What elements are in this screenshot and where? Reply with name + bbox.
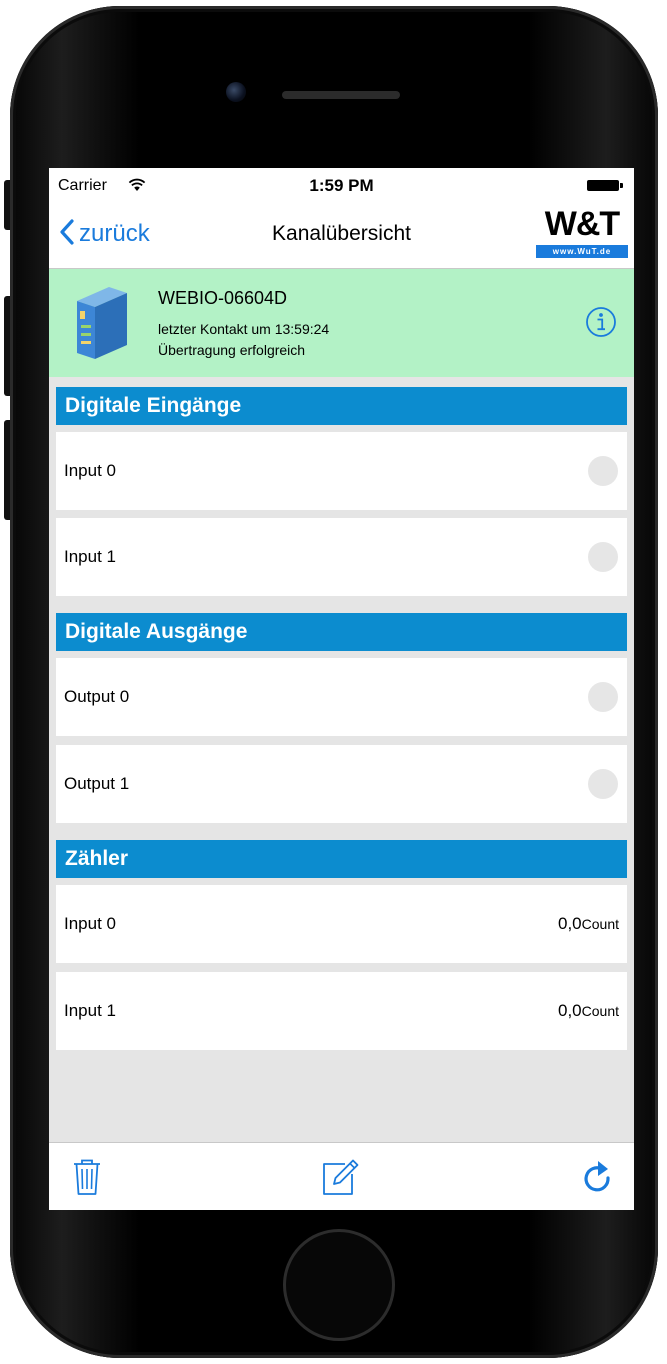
digital-input-row[interactable]: Input 0 bbox=[56, 432, 627, 510]
device-status-panel: WEBIO-06604D letzter Kontakt um 13:59:24… bbox=[49, 269, 634, 377]
refresh-icon[interactable] bbox=[581, 1157, 615, 1202]
home-button[interactable] bbox=[283, 1229, 395, 1341]
device-name: WEBIO-06604D bbox=[158, 288, 288, 308]
status-led-icon bbox=[588, 456, 618, 486]
info-icon[interactable] bbox=[585, 306, 617, 343]
digital-output-row[interactable]: Output 0 bbox=[56, 658, 627, 736]
row-label: Input 0 bbox=[64, 914, 116, 933]
edit-icon[interactable] bbox=[321, 1157, 361, 1202]
logo-text: W&T bbox=[544, 205, 620, 243]
counter-unit: Count bbox=[581, 916, 619, 932]
row-label: Output 0 bbox=[64, 687, 130, 706]
counter-row[interactable]: Input 0 0,0Count bbox=[56, 885, 627, 963]
status-led-icon[interactable] bbox=[588, 769, 618, 799]
phone-frame: Carrier 1:59 PM zurück Kanalübersicht W&… bbox=[0, 0, 667, 1364]
counter-unit: Count bbox=[581, 1003, 619, 1019]
device-last-contact: letzter Kontakt um 13:59:24 bbox=[158, 321, 330, 337]
logo-url: www.WuT.de bbox=[536, 245, 628, 258]
earpiece-speaker bbox=[282, 91, 400, 99]
status-bar: Carrier 1:59 PM bbox=[49, 168, 634, 202]
section-header-digital-outputs: Digitale Ausgänge bbox=[56, 613, 627, 651]
back-button[interactable]: zurück bbox=[59, 216, 150, 252]
counter-value: 0,0Count bbox=[558, 972, 619, 1051]
trash-icon[interactable] bbox=[71, 1157, 103, 1202]
row-label: Output 1 bbox=[64, 774, 130, 793]
wut-logo: W&T www.WuT.de bbox=[536, 205, 628, 263]
digital-input-row[interactable]: Input 1 bbox=[56, 518, 627, 596]
section-header-digital-inputs: Digitale Eingänge bbox=[56, 387, 627, 425]
counter-value: 0,0Count bbox=[558, 885, 619, 964]
device-box-icon bbox=[69, 283, 131, 368]
status-time: 1:59 PM bbox=[309, 176, 374, 195]
status-led-icon bbox=[588, 542, 618, 572]
counter-number: 0,0 bbox=[558, 1001, 582, 1020]
row-label: Input 0 bbox=[64, 461, 116, 480]
bottom-toolbar bbox=[49, 1142, 634, 1210]
counter-row[interactable]: Input 1 0,0Count bbox=[56, 972, 627, 1050]
digital-output-row[interactable]: Output 1 bbox=[56, 745, 627, 823]
status-led-icon[interactable] bbox=[588, 682, 618, 712]
front-camera bbox=[226, 82, 246, 102]
app-screen: Carrier 1:59 PM zurück Kanalübersicht W&… bbox=[49, 168, 634, 1210]
battery-icon bbox=[587, 180, 623, 191]
device-transfer-status: Übertragung erfolgreich bbox=[158, 342, 306, 358]
back-button-label: zurück bbox=[79, 220, 150, 247]
counter-number: 0,0 bbox=[558, 914, 582, 933]
chevron-left-icon bbox=[59, 218, 75, 251]
section-header-counters: Zähler bbox=[56, 840, 627, 878]
row-label: Input 1 bbox=[64, 547, 116, 566]
navigation-bar: zurück Kanalübersicht W&T www.WuT.de bbox=[49, 202, 634, 269]
row-label: Input 1 bbox=[64, 1001, 116, 1020]
